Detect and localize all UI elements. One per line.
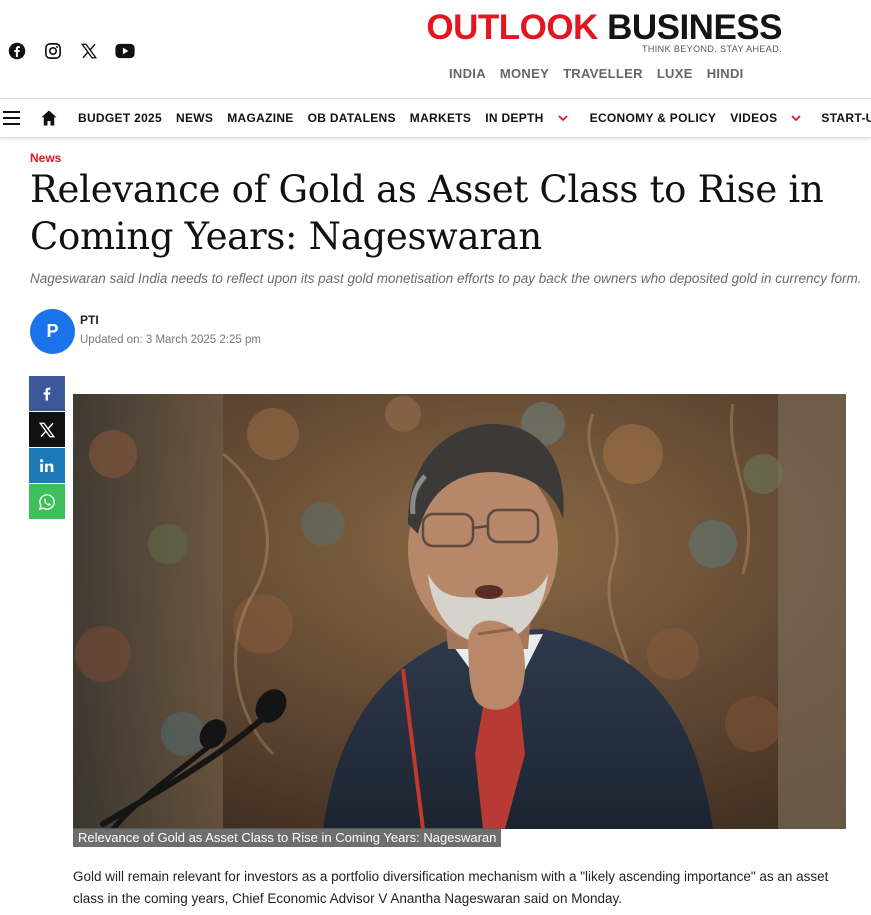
edition-link-money[interactable]: MONEY <box>500 66 549 81</box>
edition-link-india[interactable]: INDIA <box>449 66 486 81</box>
author-avatar[interactable]: P <box>30 309 75 354</box>
facebook-icon[interactable] <box>6 40 28 62</box>
nav-items: BUDGET 2025 NEWS MAGAZINE OB DATALENS MA… <box>78 99 871 137</box>
article-standfirst: Nageswaran said India needs to reflect u… <box>30 271 862 286</box>
nav-item-markets[interactable]: MARKETS <box>410 111 471 125</box>
edition-link-luxe[interactable]: LUXE <box>657 66 693 81</box>
hamburger-menu-icon[interactable] <box>3 111 20 125</box>
article-category[interactable]: News <box>30 151 61 165</box>
facebook-icon <box>43 387 51 401</box>
hero-image[interactable] <box>73 394 846 829</box>
byline: P PTI Updated on: 3 March 2025 2:25 pm <box>30 309 261 354</box>
social-links <box>6 40 136 62</box>
home-icon[interactable] <box>40 109 58 127</box>
nav-item-in-depth[interactable]: IN DEPTH <box>485 111 568 125</box>
nav-item-economy-policy[interactable]: ECONOMY & POLICY <box>590 111 717 125</box>
nav-item-news[interactable]: NEWS <box>176 111 213 125</box>
x-icon[interactable] <box>78 40 100 62</box>
whatsapp-icon <box>38 493 55 510</box>
x-icon <box>38 422 56 437</box>
nav-item-budget-2025[interactable]: BUDGET 2025 <box>78 111 162 125</box>
logo-word-outlook: OUTLOOK <box>426 8 598 47</box>
share-x-button[interactable] <box>29 412 65 447</box>
share-linkedin-button[interactable] <box>29 448 65 483</box>
main-nav: BUDGET 2025 NEWS MAGAZINE OB DATALENS MA… <box>0 98 871 138</box>
image-caption: Relevance of Gold as Asset Class to Rise… <box>73 828 502 847</box>
share-rail <box>29 376 65 520</box>
edition-link-hindi[interactable]: HINDI <box>707 66 744 81</box>
instagram-icon[interactable] <box>42 40 64 62</box>
site-logo[interactable]: OUTLOOK BUSINESS THINK BEYOND. STAY AHEA… <box>426 8 782 55</box>
chevron-down-icon[interactable] <box>791 113 802 123</box>
edition-links: INDIA MONEY TRAVELLER LUXE HINDI <box>449 66 744 81</box>
updated-timestamp: Updated on: 3 March 2025 2:25 pm <box>80 334 261 346</box>
article-body-paragraph: Gold will remain relevant for investors … <box>73 869 829 906</box>
logo-word-business: BUSINESS <box>607 8 782 47</box>
share-facebook-button[interactable] <box>29 376 65 411</box>
nav-item-videos[interactable]: VIDEOS <box>730 111 802 125</box>
share-whatsapp-button[interactable] <box>29 484 65 519</box>
speaker-photo <box>73 394 846 829</box>
youtube-icon[interactable] <box>114 40 136 62</box>
author-name[interactable]: PTI <box>80 313 261 327</box>
nav-item-magazine[interactable]: MAGAZINE <box>227 111 293 125</box>
linkedin-icon <box>40 458 54 472</box>
nav-item-ob-datalens[interactable]: OB DATALENS <box>308 111 396 125</box>
site-header: OUTLOOK BUSINESS THINK BEYOND. STAY AHEA… <box>0 0 871 98</box>
edition-link-traveller[interactable]: TRAVELLER <box>563 66 643 81</box>
nav-item-start-up[interactable]: START-UP <box>821 111 871 125</box>
chevron-down-icon[interactable] <box>558 113 568 123</box>
article-headline: Relevance of Gold as Asset Class to Rise… <box>30 168 824 258</box>
